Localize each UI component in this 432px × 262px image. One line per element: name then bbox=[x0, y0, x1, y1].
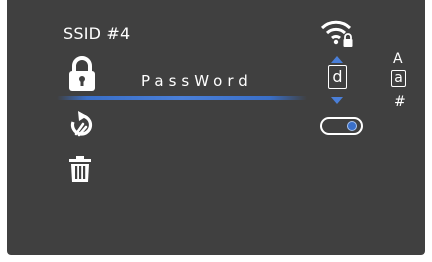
ssid-label: SSID #4 bbox=[63, 24, 131, 43]
trash-icon[interactable] bbox=[67, 154, 93, 184]
password-underline bbox=[57, 96, 307, 100]
wifi-lock-icon bbox=[320, 20, 353, 47]
charset-symbols[interactable]: # bbox=[394, 94, 406, 110]
lock-icon bbox=[69, 56, 95, 91]
charset-lowercase[interactable]: a bbox=[391, 70, 406, 87]
current-char-box[interactable]: d bbox=[328, 65, 347, 89]
toggle-knob bbox=[347, 121, 357, 131]
refresh-icon[interactable] bbox=[67, 110, 95, 140]
char-up-arrow-icon[interactable] bbox=[331, 56, 343, 63]
password-field[interactable]: PassWord bbox=[141, 72, 253, 90]
wifi-settings-screen: SSID #4 PassWord d A a # bbox=[7, 0, 425, 255]
charset-uppercase[interactable]: A bbox=[393, 51, 403, 67]
toggle-switch[interactable] bbox=[320, 117, 363, 135]
char-down-arrow-icon[interactable] bbox=[331, 97, 343, 104]
